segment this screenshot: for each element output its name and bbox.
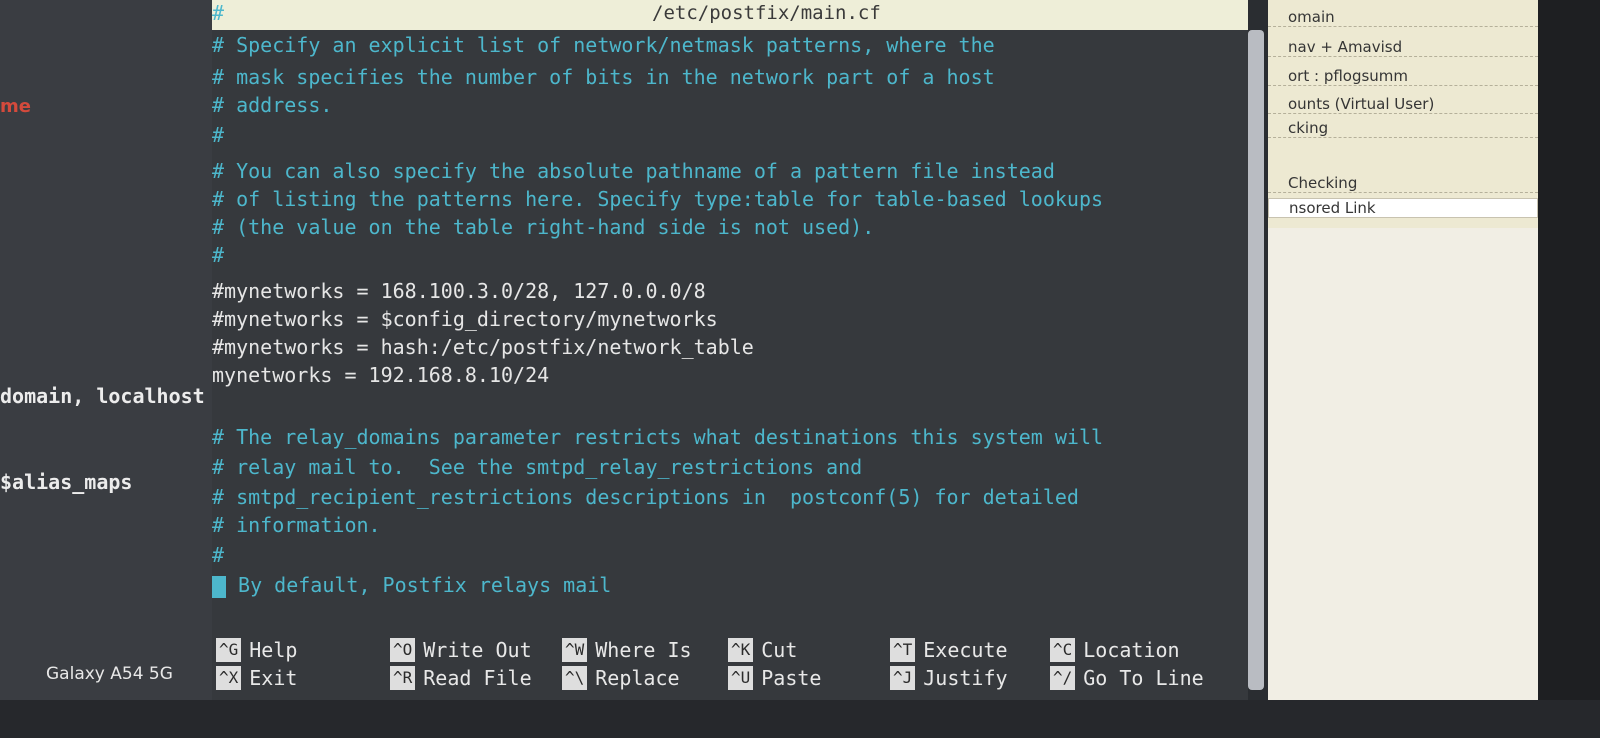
shortcut-paste[interactable]: ^U Paste: [728, 664, 821, 692]
editor-line: # relay mail to. See the smtpd_relay_res…: [212, 455, 863, 479]
background-edge: [1538, 0, 1600, 738]
editor-line: By default, Postfix relays mail: [212, 572, 611, 598]
left-fragment-me: me: [0, 96, 31, 117]
shortcut-key: ^/: [1050, 666, 1076, 690]
shortcut-key: ^O: [390, 638, 416, 662]
shortcut-justify[interactable]: ^J Justify: [890, 664, 1008, 692]
sidebar-item[interactable]: ort : pflogsumm: [1268, 67, 1538, 86]
editor-line: #mynetworks = 168.100.3.0/28, 127.0.0.0/…: [212, 279, 706, 303]
shortcut-key: ^C: [1050, 638, 1076, 662]
left-fragment-alias-maps: $alias_maps: [0, 470, 133, 494]
shortcut-label: Replace: [595, 666, 680, 690]
shortcut-location[interactable]: ^C Location: [1050, 636, 1180, 664]
editor-line: mynetworks = 192.168.8.10/24: [212, 363, 550, 387]
shortcut-label: Read File: [423, 666, 532, 690]
shortcut-key: ^G: [216, 638, 242, 662]
shortcut-go-to-line[interactable]: ^/ Go To Line: [1050, 664, 1204, 692]
editor-line: #mynetworks = hash:/etc/postfix/network_…: [212, 335, 754, 359]
nano-editor-window[interactable]: /etc/postfix/main.cf # # Specify an expli…: [212, 0, 1248, 700]
sidebar-item[interactable]: omain: [1268, 8, 1538, 27]
editor-line: # of listing the patterns here. Specify …: [212, 187, 1104, 211]
shortcut-where-is[interactable]: ^W Where Is: [562, 636, 692, 664]
shortcut-label: Execute: [923, 638, 1008, 662]
editor-line: #: [212, 243, 225, 267]
sidebar-item[interactable]: Checking: [1268, 174, 1538, 193]
text-cursor: [212, 575, 226, 598]
shortcut-replace[interactable]: ^\ Replace: [562, 664, 680, 692]
shortcut-help[interactable]: ^G Help: [216, 636, 297, 664]
editor-line: # mask specifies the number of bits in t…: [212, 65, 995, 89]
shortcut-execute[interactable]: ^T Execute: [890, 636, 1008, 664]
sidebar-item[interactable]: cking: [1268, 119, 1538, 138]
shortcut-key: ^\: [562, 666, 588, 690]
shortcut-key: ^T: [890, 638, 916, 662]
shortcut-key: ^X: [216, 666, 242, 690]
editor-line: #: [212, 1, 225, 25]
shortcut-key: ^W: [562, 638, 588, 662]
shortcut-write-out[interactable]: ^O Write Out: [390, 636, 532, 664]
editor-line: # Specify an explicit list of network/ne…: [212, 33, 995, 57]
editor-line: # address.: [212, 93, 333, 117]
shortcut-label: Help: [249, 638, 298, 662]
shortcut-exit[interactable]: ^X Exit: [216, 664, 297, 692]
sidebar-item[interactable]: ounts (Virtual User): [1268, 95, 1538, 114]
scrollbar[interactable]: [1248, 30, 1264, 690]
shortcut-label: Justify: [923, 666, 1008, 690]
editor-line: # (the value on the table right-hand sid…: [212, 215, 875, 239]
file-path: /etc/postfix/main.cf: [652, 2, 881, 24]
title-bar: /etc/postfix/main.cf: [212, 0, 1248, 30]
shortcut-key: ^J: [890, 666, 916, 690]
shortcut-label: Write Out: [423, 638, 532, 662]
shortcut-label: Location: [1083, 638, 1180, 662]
shortcut-label: Paste: [761, 666, 822, 690]
device-watermark: Galaxy A54 5G: [46, 664, 173, 684]
shortcut-label: Go To Line: [1083, 666, 1204, 690]
editor-line: # information.: [212, 513, 381, 537]
sidebar-list: omain nav + Amavisd ort : pflogsumm ount…: [1268, 0, 1538, 228]
shortcut-key: ^R: [390, 666, 416, 690]
left-fragment-domain: domain, localhost: [0, 384, 205, 408]
editor-line: # You can also specify the absolute path…: [212, 159, 1055, 183]
sidebar-item[interactable]: nav + Amavisd: [1268, 38, 1538, 57]
editor-line: # smtpd_recipient_restrictions descripti…: [212, 485, 1079, 509]
shortcut-key: ^K: [728, 638, 754, 662]
editor-line: # The relay_domains parameter restricts …: [212, 425, 1104, 449]
shortcut-label: Exit: [249, 666, 298, 690]
background-bottom: [0, 700, 1600, 738]
shortcut-cut[interactable]: ^K Cut: [728, 636, 797, 664]
background-browser-sidebar: omain nav + Amavisd ort : pflogsumm ount…: [1268, 0, 1538, 738]
shortcut-label: Cut: [761, 638, 798, 662]
editor-line: #mynetworks = $config_directory/mynetwor…: [212, 307, 718, 331]
shortcut-label: Where Is: [595, 638, 692, 662]
editor-line: #: [212, 543, 225, 567]
shortcut-key: ^U: [728, 666, 754, 690]
shortcut-read-file[interactable]: ^R Read File: [390, 664, 532, 692]
shortcut-bar: ^G Help ^X Exit ^O Write Out ^R Read Fil…: [212, 634, 1248, 694]
sponsored-link[interactable]: nsored Link: [1268, 198, 1538, 218]
editor-line: #: [212, 123, 225, 147]
background-terminal: me domain, localhost $alias_maps Galaxy …: [0, 0, 212, 738]
